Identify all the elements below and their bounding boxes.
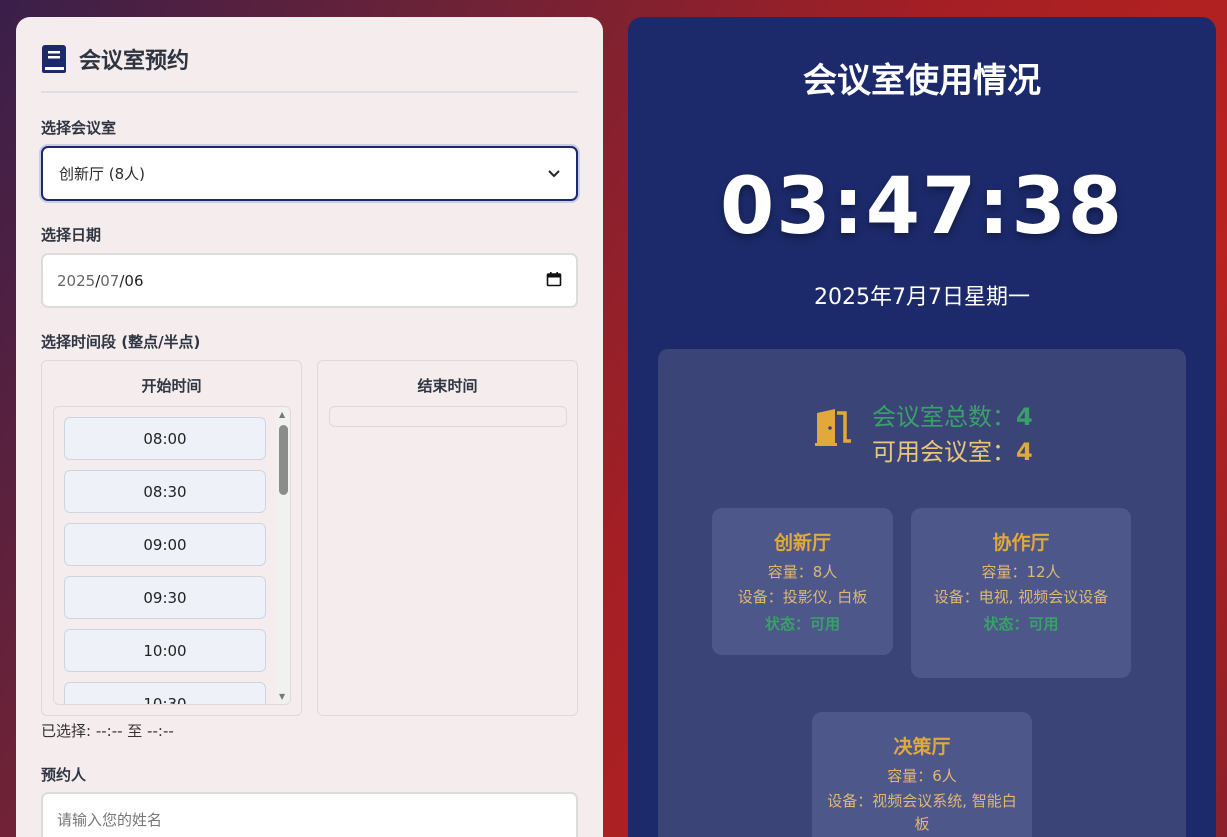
room-name: 决策厅 [893, 736, 951, 758]
time-slot[interactable]: 08:00 [64, 417, 266, 460]
booking-form: 选择会议室 创新厅 (8人) 选择日期 2025/07/06 选择时间段 (整点… [16, 17, 603, 837]
person-label: 预约人 [41, 766, 87, 784]
total-rooms: 会议室总数：4 [872, 397, 1033, 432]
available-rooms-value: 4 [1016, 438, 1033, 466]
status-title: 会议室使用情况 [803, 61, 1041, 101]
room-status: 状态：可用 [983, 615, 1059, 633]
time-slot[interactable]: 08:30 [64, 470, 266, 513]
available-rooms: 可用会议室：4 [872, 432, 1033, 467]
end-slot-list[interactable] [329, 406, 567, 427]
end-time-title: 结束时间 [417, 377, 478, 395]
room-name: 协作厅 [992, 532, 1050, 554]
room-capacity: 容量：12人 [981, 563, 1061, 581]
scroll-down-icon[interactable]: ▼ [279, 692, 285, 701]
room-capacity: 容量：8人 [767, 563, 838, 581]
room-select[interactable]: 创新厅 (8人) [41, 146, 578, 201]
date-day: 06 [124, 271, 144, 290]
room-equipment: 设备：电视, 视频会议设备 [933, 588, 1109, 606]
date-input[interactable]: 2025/07/06 [41, 253, 578, 308]
time-slot[interactable]: 10:00 [64, 629, 266, 672]
start-time-title: 开始时间 [141, 377, 202, 395]
start-slot-list[interactable]: 08:00 08:30 09:00 09:30 10:00 10:30 ▲ ▼ [53, 406, 291, 705]
room-select-value: 创新厅 (8人) [59, 165, 146, 183]
status-panel: 会议室使用情况 03:47:38 2025年7月7日星期一 会议室总数：4 可用… [628, 17, 1216, 837]
total-rooms-value: 4 [1016, 403, 1033, 431]
name-input-placeholder: 请输入您的姓名 [57, 811, 163, 829]
room-status: 状态：可用 [764, 615, 840, 633]
room-card[interactable]: 创新厅 容量：8人 设备：投影仪, 白板 状态：可用 [712, 508, 893, 655]
room-equipment: 设备：投影仪, 白板 [737, 588, 868, 606]
time-slot[interactable]: 10:30 [64, 682, 266, 704]
date-label: 选择日期 [41, 226, 102, 244]
start-time-column: 开始时间 08:00 08:30 09:00 09:30 10:00 10:30… [41, 360, 302, 716]
door-icon [815, 409, 851, 446]
name-input[interactable]: 请输入您的姓名 [41, 792, 578, 837]
calendar-icon[interactable] [546, 271, 562, 291]
chevron-down-icon [548, 167, 560, 181]
stats-box: 会议室总数：4 可用会议室：4 创新厅 容量：8人 设备：投影仪, 白板 状态：… [658, 349, 1186, 837]
time-slot[interactable]: 09:00 [64, 523, 266, 566]
room-name: 创新厅 [773, 532, 831, 554]
total-rooms-label: 会议室总数： [872, 403, 1016, 431]
scroll-thumb[interactable] [279, 425, 288, 495]
time-label: 选择时间段 (整点/半点) [41, 333, 201, 351]
date-month: 07 [100, 271, 120, 290]
end-time-column: 结束时间 [317, 360, 578, 716]
room-equipment: 设备：视频会议系统, 智能白板 [827, 792, 1017, 833]
available-rooms-label: 可用会议室： [872, 438, 1016, 466]
date-year: 2025 [57, 271, 96, 290]
selected-time-text: 已选择: --:-- 至 --:-- [41, 722, 174, 740]
slot-scrollbar[interactable]: ▲ ▼ [276, 407, 290, 704]
current-date: 2025年7月7日星期一 [814, 285, 1030, 310]
time-slot[interactable]: 09:30 [64, 576, 266, 619]
room-card[interactable]: 协作厅 容量：12人 设备：电视, 视频会议设备 状态：可用 [911, 508, 1131, 678]
clock-display: 03:47:38 [719, 162, 1125, 252]
room-label: 选择会议室 [41, 119, 117, 137]
scroll-up-icon[interactable]: ▲ [279, 410, 285, 419]
room-card[interactable]: 决策厅 容量：6人 设备：视频会议系统, 智能白板 [812, 712, 1032, 837]
room-capacity: 容量：6人 [887, 767, 957, 785]
